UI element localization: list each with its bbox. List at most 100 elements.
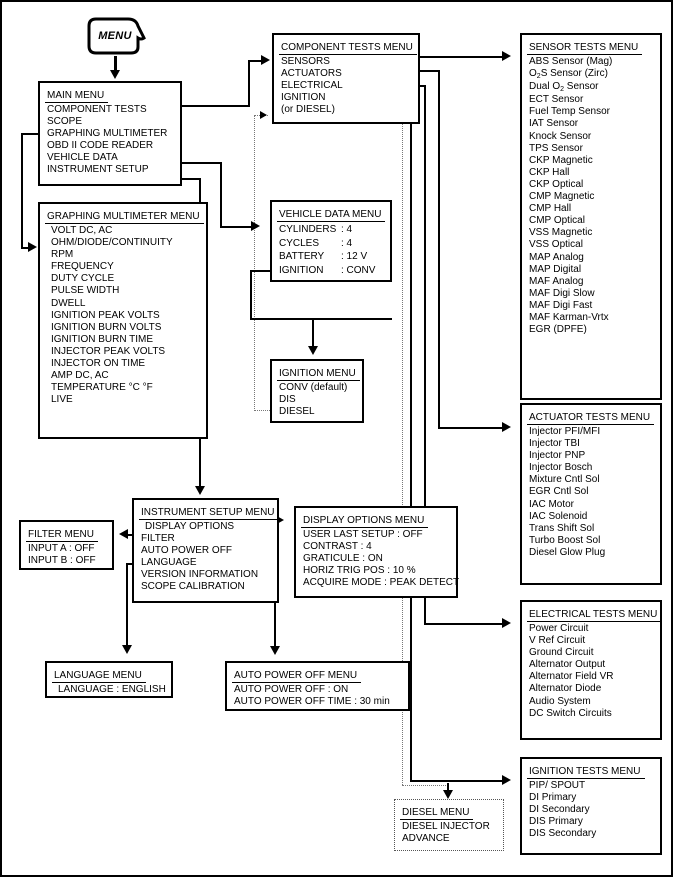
main-menu-item-component-tests[interactable]: COMPONENT TESTS: [45, 104, 176, 116]
sensor-tests-item-knock-sensor[interactable]: Knock Sensor: [527, 131, 656, 143]
main-menu-item-vehicle-data[interactable]: VEHICLE DATA: [45, 152, 176, 164]
sensor-tests-item-abs-sensor-mag[interactable]: ABS Sensor (Mag): [527, 56, 656, 68]
component-tests-item-electrical[interactable]: ELECTRICAL: [279, 80, 414, 92]
gmm-item-ignition-peak-volts[interactable]: IGNITION PEAK VOLTS: [45, 310, 202, 322]
electrical-tests-item-dc-switch-circuits[interactable]: DC Switch Circuits: [527, 708, 656, 720]
electrical-tests-item-alternator-diode[interactable]: Alternator Diode: [527, 683, 656, 695]
ignition-menu-box[interactable]: IGNITION MENU CONV (default) DIS DIESEL: [270, 359, 364, 423]
gmm-item-temperature[interactable]: TEMPERATURE °C °F: [45, 382, 202, 394]
actuator-tests-menu-box[interactable]: ACTUATOR TESTS MENU Injector PFI/MFI Inj…: [520, 403, 662, 585]
display-options-item-acquire-mode[interactable]: ACQUIRE MODE : PEAK DETECT: [301, 577, 459, 589]
display-options-item-contrast[interactable]: CONTRAST : 4: [301, 541, 452, 553]
instrument-setup-item-scope-calibration[interactable]: SCOPE CALIBRATION: [139, 581, 273, 593]
gmm-item-ohm-diode-continuity[interactable]: OHM/DIODE/CONTINUITY: [45, 237, 202, 249]
vehicle-data-row-cylinders[interactable]: CYLINDERS : 4: [277, 223, 386, 237]
sensor-tests-item-map-analog[interactable]: MAP Analog: [527, 252, 656, 264]
ignition-menu-item-diesel[interactable]: DIESEL: [277, 406, 358, 418]
sensor-tests-item-ckp-magnetic[interactable]: CKP Magnetic: [527, 155, 656, 167]
component-tests-item-actuators[interactable]: ACTUATORS: [279, 68, 414, 80]
sensor-tests-item-maf-karman-vrtx[interactable]: MAF Karman-Vrtx: [527, 312, 656, 324]
filter-menu-item-input-b[interactable]: INPUT B : OFF: [26, 555, 108, 567]
instrument-setup-item-language[interactable]: LANGUAGE: [139, 557, 273, 569]
graphing-multimeter-menu-box[interactable]: GRAPHING MULTIMETER MENU VOLT DC, AC OHM…: [38, 202, 208, 439]
actuator-tests-item-trans-shift-sol[interactable]: Trans Shift Sol: [527, 523, 656, 535]
vehicle-data-menu-box[interactable]: VEHICLE DATA MENU CYLINDERS : 4 CYCLES :…: [270, 200, 392, 282]
electrical-tests-item-power-circuit[interactable]: Power Circuit: [527, 623, 656, 635]
sensor-tests-item-cmp-hall[interactable]: CMP Hall: [527, 203, 656, 215]
actuator-tests-item-egr-cntl-sol[interactable]: EGR Cntl Sol: [527, 486, 656, 498]
sensor-tests-item-ckp-hall[interactable]: CKP Hall: [527, 167, 656, 179]
vehicle-data-row-battery[interactable]: BATTERY : 12 V: [277, 250, 386, 264]
sensor-tests-item-iat-sensor[interactable]: IAT Sensor: [527, 118, 656, 130]
gmm-item-ignition-burn-time[interactable]: IGNITION BURN TIME: [45, 334, 202, 346]
vehicle-data-row-ignition[interactable]: IGNITION : CONV: [277, 264, 386, 278]
gmm-item-volt-dc-ac[interactable]: VOLT DC, AC: [45, 225, 202, 237]
electrical-tests-item-alternator-field-vr[interactable]: Alternator Field VR: [527, 671, 656, 683]
electrical-tests-menu-box[interactable]: ELECTRICAL TESTS MENU Power Circuit V Re…: [520, 600, 662, 740]
instrument-setup-item-filter[interactable]: FILTER: [139, 533, 273, 545]
sensor-tests-item-o2s-sensor-zirc[interactable]: O2S Sensor (Zirc): [527, 68, 656, 81]
sensor-tests-item-maf-digi-slow[interactable]: MAF Digi Slow: [527, 288, 656, 300]
main-menu-box[interactable]: MAIN MENU COMPONENT TESTS SCOPE GRAPHING…: [38, 81, 182, 186]
diesel-menu-item-advance[interactable]: ADVANCE: [400, 833, 499, 845]
ignition-tests-item-dis-secondary[interactable]: DIS Secondary: [527, 828, 656, 840]
main-menu-item-graphing-multimeter[interactable]: GRAPHING MULTIMETER: [45, 128, 176, 140]
language-menu-item-language[interactable]: LANGUAGE : ENGLISH: [52, 684, 167, 696]
sensor-tests-menu-box[interactable]: SENSOR TESTS MENU ABS Sensor (Mag) O2S S…: [520, 33, 662, 400]
gmm-item-injector-peak-volts[interactable]: INJECTOR PEAK VOLTS: [45, 346, 202, 358]
sensor-tests-item-cmp-optical[interactable]: CMP Optical: [527, 215, 656, 227]
actuator-tests-item-iac-solenoid[interactable]: IAC Solenoid: [527, 511, 656, 523]
ignition-tests-item-di-secondary[interactable]: DI Secondary: [527, 804, 656, 816]
actuator-tests-item-injector-tbi[interactable]: Injector TBI: [527, 438, 656, 450]
sensor-tests-item-vss-optical[interactable]: VSS Optical: [527, 239, 656, 251]
sensor-tests-item-map-digital[interactable]: MAP Digital: [527, 264, 656, 276]
sensor-tests-item-tps-sensor[interactable]: TPS Sensor: [527, 143, 656, 155]
ignition-tests-menu-box[interactable]: IGNITION TESTS MENU PIP/ SPOUT DI Primar…: [520, 757, 662, 855]
actuator-tests-item-injector-bosch[interactable]: Injector Bosch: [527, 462, 656, 474]
instrument-setup-item-auto-power-off[interactable]: AUTO POWER OFF: [139, 545, 273, 557]
component-tests-item-or-diesel[interactable]: (or DIESEL): [279, 104, 414, 116]
gmm-item-live[interactable]: LIVE: [45, 394, 202, 406]
gmm-item-amp-dc-ac[interactable]: AMP DC, AC: [45, 370, 202, 382]
sensor-tests-item-cmp-magnetic[interactable]: CMP Magnetic: [527, 191, 656, 203]
electrical-tests-item-ground-circuit[interactable]: Ground Circuit: [527, 647, 656, 659]
display-options-menu-box[interactable]: DISPLAY OPTIONS MENU USER LAST SETUP : O…: [294, 506, 459, 598]
filter-menu-box[interactable]: FILTER MENU INPUT A : OFF INPUT B : OFF: [19, 520, 114, 570]
sensor-tests-item-egr-dpfe[interactable]: EGR (DPFE): [527, 324, 656, 336]
electrical-tests-item-alternator-output[interactable]: Alternator Output: [527, 659, 656, 671]
gmm-item-pulse-width[interactable]: PULSE WIDTH: [45, 285, 202, 297]
actuator-tests-item-iac-motor[interactable]: IAC Motor: [527, 499, 656, 511]
component-tests-item-sensors[interactable]: SENSORS: [279, 56, 414, 68]
sensor-tests-item-ckp-optical[interactable]: CKP Optical: [527, 179, 656, 191]
sensor-tests-item-vss-magnetic[interactable]: VSS Magnetic: [527, 227, 656, 239]
sensor-tests-item-fuel-temp-sensor[interactable]: Fuel Temp Sensor: [527, 106, 656, 118]
gmm-item-injector-on-time[interactable]: INJECTOR ON TIME: [45, 358, 202, 370]
actuator-tests-item-diesel-glow-plug[interactable]: Diesel Glow Plug: [527, 547, 656, 559]
electrical-tests-item-audio-system[interactable]: Audio System: [527, 696, 656, 708]
instrument-setup-menu-box[interactable]: INSTRUMENT SETUP MENU DISPLAY OPTIONS FI…: [132, 498, 279, 603]
filter-menu-item-input-a[interactable]: INPUT A : OFF: [26, 543, 108, 555]
gmm-item-dwell[interactable]: DWELL: [45, 298, 202, 310]
diesel-menu-item-diesel-injector[interactable]: DIESEL INJECTOR: [400, 821, 499, 833]
display-options-item-horiz-trig-pos[interactable]: HORIZ TRIG POS : 10 %: [301, 565, 452, 577]
menu-entry-bubble[interactable]: MENU: [84, 16, 146, 56]
diesel-menu-box[interactable]: DIESEL MENU DIESEL INJECTOR ADVANCE: [394, 799, 504, 851]
sensor-tests-item-maf-digi-fast[interactable]: MAF Digi Fast: [527, 300, 656, 312]
ignition-menu-item-conv[interactable]: CONV (default): [277, 382, 358, 394]
gmm-item-ignition-burn-volts[interactable]: IGNITION BURN VOLTS: [45, 322, 202, 334]
actuator-tests-item-mixture-cntl-sol[interactable]: Mixture Cntl Sol: [527, 474, 656, 486]
actuator-tests-item-turbo-boost-sol[interactable]: Turbo Boost Sol: [527, 535, 656, 547]
sensor-tests-item-ect-sensor[interactable]: ECT Sensor: [527, 94, 656, 106]
auto-power-off-item-time[interactable]: AUTO POWER OFF TIME : 30 min: [232, 696, 404, 708]
ignition-tests-item-dis-primary[interactable]: DIS Primary: [527, 816, 656, 828]
auto-power-off-menu-box[interactable]: AUTO POWER OFF MENU AUTO POWER OFF : ON …: [225, 661, 410, 711]
display-options-item-graticule[interactable]: GRATICULE : ON: [301, 553, 452, 565]
instrument-setup-item-display-options[interactable]: DISPLAY OPTIONS: [139, 521, 273, 533]
gmm-item-frequency[interactable]: FREQUENCY: [45, 261, 202, 273]
component-tests-item-ignition[interactable]: IGNITION: [279, 92, 414, 104]
gmm-item-rpm[interactable]: RPM: [45, 249, 202, 261]
actuator-tests-item-injector-pfi-mfi[interactable]: Injector PFI/MFI: [527, 426, 656, 438]
main-menu-item-scope[interactable]: SCOPE: [45, 116, 176, 128]
component-tests-menu-box[interactable]: COMPONENT TESTS MENU SENSORS ACTUATORS E…: [272, 33, 420, 124]
language-menu-box[interactable]: LANGUAGE MENU LANGUAGE : ENGLISH: [45, 661, 173, 698]
